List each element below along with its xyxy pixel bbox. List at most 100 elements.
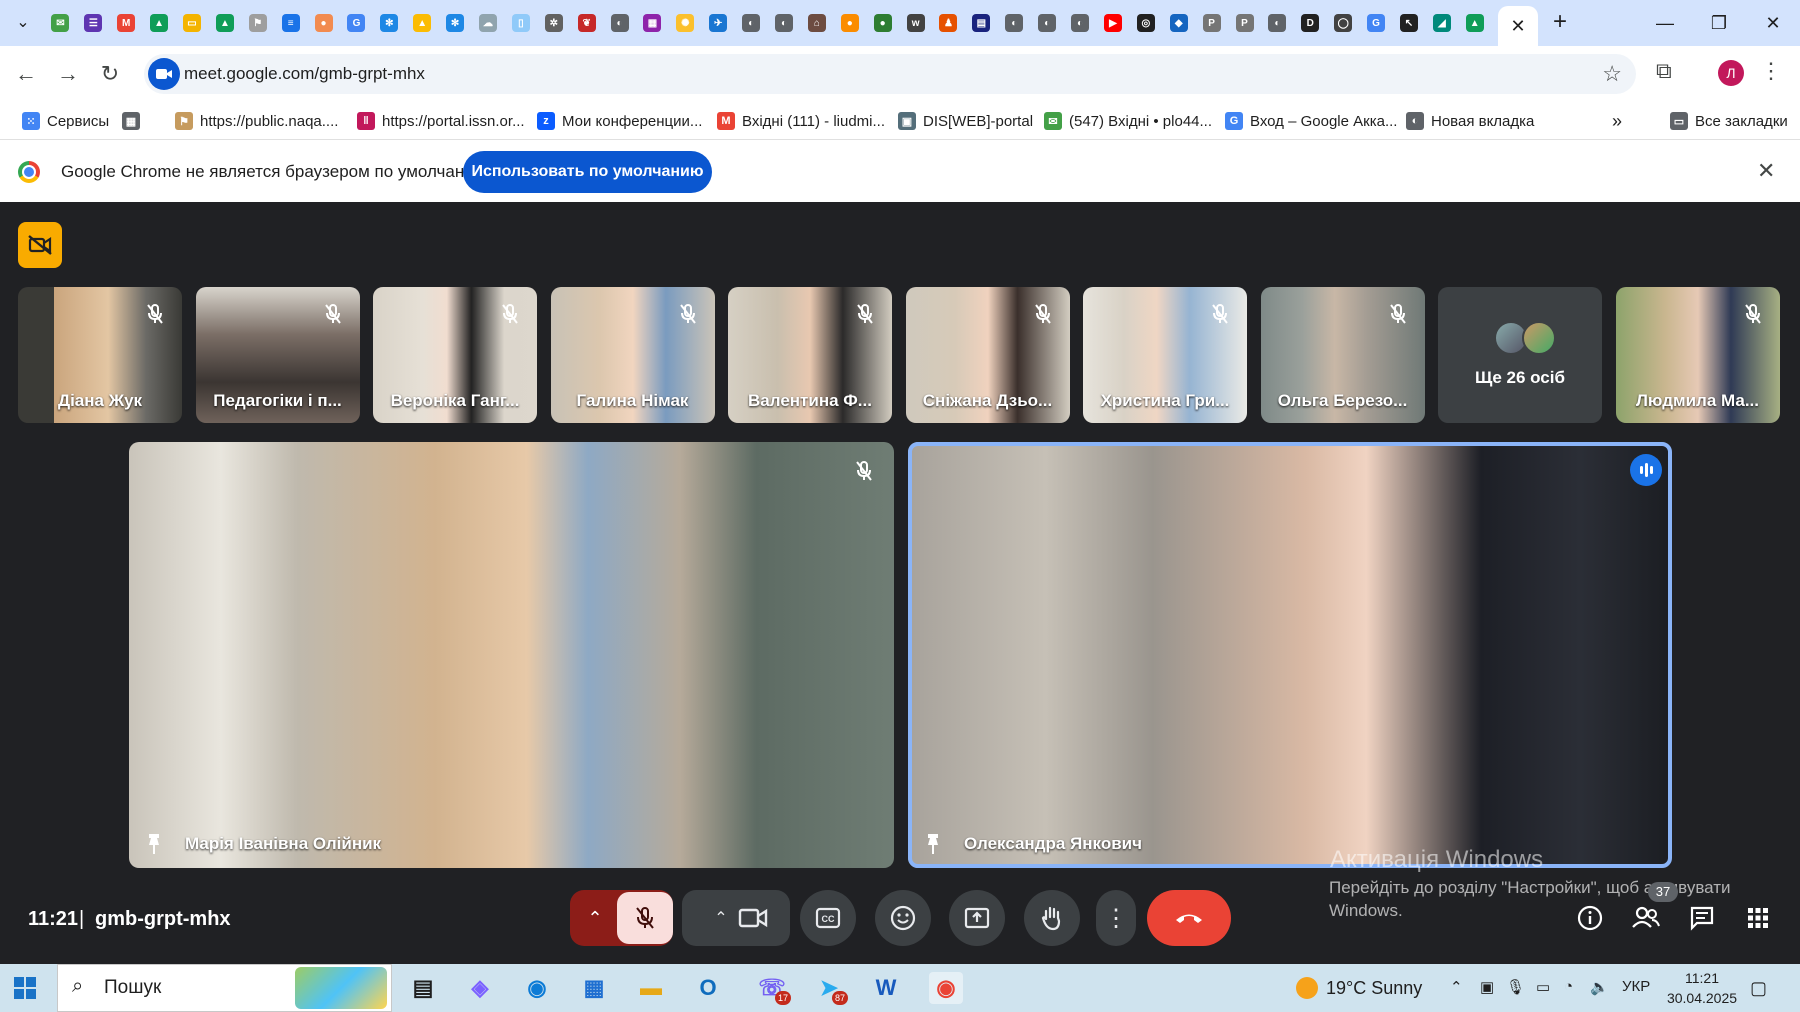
pinned-tab[interactable]: ◎	[1129, 10, 1162, 36]
people-button[interactable]	[1630, 902, 1662, 934]
pinned-tab[interactable]: ▲	[406, 10, 439, 36]
pinned-tab[interactable]: ●	[866, 10, 899, 36]
restore-icon[interactable]: ❐	[1694, 8, 1744, 38]
pinned-tab[interactable]: ▲	[1458, 10, 1491, 36]
active-tab[interactable]: ✕	[1498, 6, 1538, 46]
pinned-tab[interactable]: ✻	[439, 10, 472, 36]
bookmark-item[interactable]: M Вхідні (111) - liudmi...	[717, 102, 885, 140]
pinned-tab[interactable]: ◐	[603, 10, 636, 36]
bookmark-item[interactable]: G Вход – Google Акка...	[1225, 102, 1397, 140]
bookmarks-overflow-icon[interactable]: »	[1612, 102, 1622, 140]
pinned-tab[interactable]: ☰	[77, 10, 110, 36]
taskbar-app[interactable]: ▤	[406, 972, 440, 1004]
taskbar-app[interactable]: ◉	[929, 972, 963, 1004]
pinned-tab[interactable]: ≡	[274, 10, 307, 36]
participant-tile[interactable]: Людмила Ма...	[1615, 287, 1780, 423]
forward-icon[interactable]: →	[52, 58, 84, 90]
taskbar-app[interactable]: ◉	[520, 972, 554, 1004]
pinned-tab[interactable]: ◐	[1064, 10, 1097, 36]
pinned-tab[interactable]: ✺	[669, 10, 702, 36]
pinned-tab[interactable]: ⚑	[241, 10, 274, 36]
pinned-tab[interactable]: ◐	[735, 10, 768, 36]
pinned-tab[interactable]: ⌂	[800, 10, 833, 36]
pinned-tab[interactable]: ✈	[702, 10, 735, 36]
participant-tile[interactable]: Валентина Ф...	[728, 287, 892, 423]
weather-widget[interactable]: 19°C Sunny	[1296, 977, 1422, 999]
taskbar-app[interactable]: W	[869, 972, 903, 1004]
back-icon[interactable]: ←	[10, 58, 42, 90]
bookmark-item[interactable]: ◐ Новая вкладка	[1406, 102, 1534, 140]
pinned-tab[interactable]: ▦	[636, 10, 669, 36]
pinned-tab[interactable]: ✉	[44, 10, 77, 36]
pinned-tab[interactable]: G	[1360, 10, 1393, 36]
pinned-tab[interactable]: ☁	[472, 10, 505, 36]
captions-button[interactable]: CC	[800, 890, 856, 946]
pinned-tab[interactable]: M	[110, 10, 143, 36]
url-text[interactable]: meet.google.com/gmb-grpt-mhx	[184, 64, 425, 84]
meet-tray-icon[interactable]: ▣	[1480, 978, 1494, 996]
tray-overflow-icon[interactable]: ⌃	[1450, 978, 1463, 996]
search-highlight-image[interactable]	[295, 967, 387, 1009]
pinned-tab[interactable]: ▲	[208, 10, 241, 36]
participant-tile-main-1[interactable]: Марія Іванівна Олійник	[129, 442, 894, 868]
participant-tile[interactable]: Вероніка Ганг...	[373, 287, 537, 423]
pinned-tab[interactable]: ◢	[1425, 10, 1458, 36]
bookmark-item[interactable]: ‖ https://portal.issn.or...	[357, 102, 525, 140]
participant-tile[interactable]: Ольга Березо...	[1260, 287, 1425, 423]
battery-icon[interactable]: ▭	[1536, 978, 1550, 996]
participant-tile-main-2[interactable]: Олександра Янкович	[908, 442, 1672, 868]
bookmark-item[interactable]: ⁙ Сервисы	[22, 102, 109, 140]
pinned-tab[interactable]: ♟	[932, 10, 965, 36]
pinned-tab[interactable]: G	[340, 10, 373, 36]
leave-call-button[interactable]	[1147, 890, 1231, 946]
address-bar[interactable]: meet.google.com/gmb-grpt-mhx ☆	[144, 54, 1636, 94]
taskbar-app[interactable]: ➤ 87	[812, 972, 848, 1005]
microphone-tray-icon[interactable]: 🎙	[1506, 978, 1525, 996]
raise-hand-button[interactable]	[1024, 890, 1080, 946]
pinned-tab[interactable]: ●	[307, 10, 340, 36]
activities-button[interactable]	[1742, 902, 1774, 934]
pinned-tab[interactable]: P	[1195, 10, 1228, 36]
pin-icon[interactable]	[143, 832, 165, 856]
windows-start-icon[interactable]	[14, 977, 36, 999]
taskbar-app[interactable]: ▬	[634, 972, 668, 1004]
meeting-details-button[interactable]	[1574, 902, 1606, 934]
bookmark-item[interactable]: ✉ (547) Вхідні • plo44...	[1044, 102, 1212, 140]
set-default-button[interactable]: Использовать по умолчанию	[463, 151, 712, 193]
pinned-tab[interactable]: ✲	[537, 10, 570, 36]
pinned-tab[interactable]: ◐	[768, 10, 801, 36]
new-tab-button[interactable]: +	[1548, 10, 1572, 36]
meet-site-icon[interactable]	[148, 58, 180, 90]
camera-icon[interactable]	[738, 907, 768, 929]
bookmark-star-icon[interactable]: ☆	[1602, 61, 1622, 87]
pinned-tab[interactable]: ▭	[176, 10, 209, 36]
reactions-button[interactable]	[875, 890, 931, 946]
taskbar-app[interactable]: ☏ 17	[755, 972, 791, 1005]
chat-button[interactable]	[1686, 902, 1718, 934]
taskbar-app[interactable]: ▦	[577, 972, 611, 1004]
present-screen-button[interactable]	[949, 890, 1005, 946]
taskbar-app[interactable]: ◈	[463, 972, 497, 1004]
participant-tile[interactable]: Христина Гри...	[1083, 287, 1247, 423]
minimize-icon[interactable]: —	[1640, 8, 1690, 38]
profile-avatar[interactable]: Л	[1718, 60, 1744, 86]
pinned-tab[interactable]: w	[899, 10, 932, 36]
pinned-tab[interactable]: ↖	[1393, 10, 1426, 36]
bookmark-item[interactable]: z Мои конференции...	[537, 102, 702, 140]
microphone-off-button[interactable]	[617, 892, 673, 944]
bookmark-item[interactable]: ⚑ https://public.naqa....	[175, 102, 338, 140]
audio-options-chevron-icon[interactable]: ⌃	[578, 902, 612, 934]
volume-icon[interactable]: 🔈	[1590, 978, 1609, 996]
pinned-tab[interactable]: P	[1228, 10, 1261, 36]
pinned-tab[interactable]: ◐	[998, 10, 1031, 36]
pinned-tab[interactable]: ▲	[143, 10, 176, 36]
tab-search-chevron-icon[interactable]: ⌄	[10, 10, 36, 36]
participant-tile[interactable]: Педагогіки і п...	[195, 287, 360, 423]
pinned-tab[interactable]: ●	[833, 10, 866, 36]
input-language[interactable]: УКР	[1622, 978, 1650, 995]
pinned-tab[interactable]: D	[1294, 10, 1327, 36]
wifi-icon[interactable]: ◔	[1564, 978, 1573, 995]
pinned-tab[interactable]: ◐	[1261, 10, 1294, 36]
extensions-icon[interactable]: ⧉	[1656, 58, 1672, 84]
pinned-tab[interactable]: ▤	[965, 10, 998, 36]
